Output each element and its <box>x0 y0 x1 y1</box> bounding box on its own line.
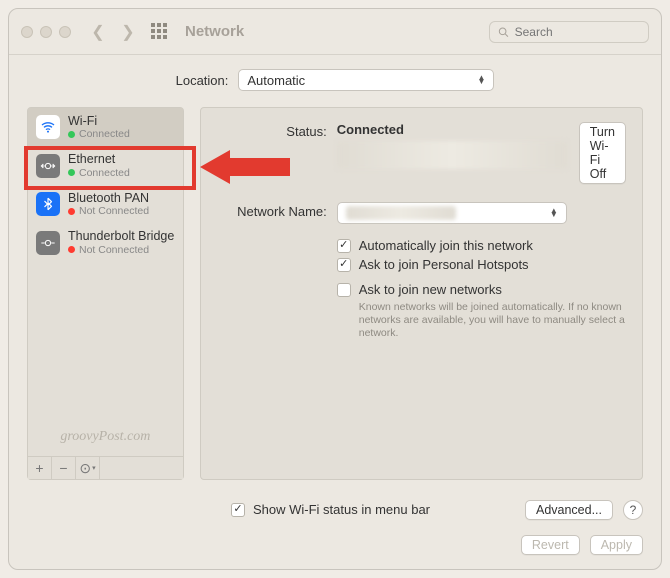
search-icon <box>498 26 509 38</box>
ask-hotspots-checkbox[interactable]: Ask to join Personal Hotspots <box>337 257 626 272</box>
forward-button[interactable]: ❯ <box>117 21 139 43</box>
sidebar-item-thunderbolt-bridge[interactable]: Thunderbolt Bridge Not Connected <box>28 223 183 261</box>
chevron-updown-icon: ▲▼ <box>477 76 485 84</box>
sidebar-item-label: Ethernet <box>68 152 130 166</box>
footer: Revert Apply <box>9 527 661 569</box>
add-service-button[interactable]: + <box>28 457 52 479</box>
status-dot-icon <box>68 169 75 176</box>
apply-button[interactable]: Apply <box>590 535 643 555</box>
sidebar-item-ethernet[interactable]: Ethernet Connected <box>28 146 183 184</box>
checkbox-icon <box>337 283 351 297</box>
network-name-select[interactable]: ▲▼ <box>337 202 567 224</box>
network-name-redacted <box>346 206 456 220</box>
network-name-label: Network Name: <box>217 202 327 219</box>
zoom-dot[interactable] <box>59 26 71 38</box>
checkbox-icon <box>337 258 351 272</box>
status-dot-icon <box>68 131 75 138</box>
titlebar: ❮ ❯ Network <box>9 9 661 55</box>
sidebar-item-bluetooth-pan[interactable]: Bluetooth PAN Not Connected <box>28 185 183 223</box>
network-preferences-window: ❮ ❯ Network Location: Automatic ▲▼ Wi-Fi <box>8 8 662 570</box>
bluetooth-icon <box>36 192 60 216</box>
statusbar-row: Show Wi-Fi status in menu bar Advanced..… <box>9 492 661 527</box>
location-value: Automatic <box>247 73 305 88</box>
ask-new-help-text: Known networks will be joined automatica… <box>359 301 626 340</box>
ask-new-networks-checkbox[interactable]: Ask to join new networks <box>337 282 626 297</box>
content: Wi-Fi Connected Ethernet Connected B <box>9 101 661 492</box>
thunderbolt-icon <box>36 231 60 255</box>
chevron-updown-icon: ▲▼ <box>550 209 558 217</box>
checkbox-icon <box>337 239 351 253</box>
sidebar-item-wifi[interactable]: Wi-Fi Connected <box>28 108 183 146</box>
back-button[interactable]: ❮ <box>87 21 109 43</box>
status-dot-icon <box>68 246 75 253</box>
detail-panel: Status: Connected Turn Wi-Fi Off Network… <box>200 107 643 480</box>
status-dot-icon <box>68 208 75 215</box>
sidebar-item-label: Bluetooth PAN <box>68 191 149 205</box>
status-detail-redacted <box>337 141 567 169</box>
revert-button[interactable]: Revert <box>521 535 580 555</box>
services-sidebar: Wi-Fi Connected Ethernet Connected B <box>27 107 184 480</box>
minimize-dot[interactable] <box>40 26 52 38</box>
location-row: Location: Automatic ▲▼ <box>9 55 661 101</box>
checkbox-icon <box>231 503 245 517</box>
status-value: Connected <box>337 122 404 137</box>
show-wifi-status-checkbox[interactable]: Show Wi-Fi status in menu bar <box>231 502 430 517</box>
wifi-icon <box>36 115 60 139</box>
remove-service-button[interactable]: − <box>52 457 76 479</box>
help-button[interactable]: ? <box>623 500 643 520</box>
location-label: Location: <box>176 73 229 88</box>
window-title: Network <box>185 23 244 40</box>
location-select[interactable]: Automatic ▲▼ <box>238 69 494 91</box>
traffic-lights <box>21 26 71 38</box>
turn-wifi-off-button[interactable]: Turn Wi-Fi Off <box>579 122 626 184</box>
search-input[interactable] <box>515 25 640 39</box>
advanced-button[interactable]: Advanced... <box>525 500 613 520</box>
sidebar-item-label: Wi-Fi <box>68 114 130 128</box>
auto-join-checkbox[interactable]: Automatically join this network <box>337 238 626 253</box>
show-all-icon[interactable] <box>151 23 169 41</box>
status-label: Status: <box>217 122 327 139</box>
close-dot[interactable] <box>21 26 33 38</box>
service-actions-button[interactable]: ⊙▾ <box>76 457 100 479</box>
ethernet-icon <box>36 154 60 178</box>
sidebar-item-label: Thunderbolt Bridge <box>68 229 174 243</box>
watermark: groovyPost.com <box>28 429 183 445</box>
search-field[interactable] <box>489 21 649 43</box>
sidebar-footer: + − ⊙▾ <box>28 456 183 479</box>
